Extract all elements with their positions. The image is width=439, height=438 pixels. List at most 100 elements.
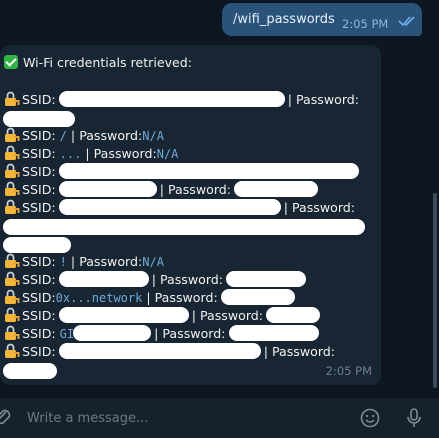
credential-row: SSID: ... | Password:N/A: [4, 145, 178, 163]
lock-key-icon: [5, 163, 20, 178]
redaction: [4, 364, 56, 378]
redaction: [235, 182, 318, 196]
ssid-label: SSID:: [22, 182, 56, 197]
lock-key-icon: [5, 91, 20, 106]
ssid-label: SSID:: [22, 92, 56, 107]
password-label: Password:: [271, 344, 336, 359]
scrollbar-track[interactable]: [431, 0, 439, 397]
double-check-icon: [398, 16, 415, 27]
redaction: [227, 272, 306, 286]
incoming-message[interactable]: Wi-Fi credentials retrieved: SSID: | Pas…: [0, 45, 381, 385]
password-label: Password:: [162, 326, 226, 341]
redaction: [4, 112, 74, 126]
credential-row: SSID: | Password:: [4, 343, 335, 361]
credential-row: SSID: ! | Password:N/A: [4, 253, 164, 271]
separator: |: [151, 272, 156, 287]
message-input[interactable]: Write a message...: [27, 411, 148, 426]
password-label: Password:: [79, 254, 143, 269]
redaction: [59, 272, 148, 286]
message-input-bar: Write a message...: [0, 397, 439, 438]
lock-key-icon: [5, 307, 20, 322]
outgoing-message-text: /wifi_passwords: [233, 12, 335, 27]
separator: |: [159, 182, 164, 197]
redaction: [59, 164, 358, 178]
ssid-label: SSID:: [22, 146, 56, 161]
credential-row: SSID: | Password:: [4, 199, 355, 217]
outgoing-message[interactable]: /wifi_passwords 2:05 PM: [222, 3, 422, 36]
header-text: Wi-Fi credentials retrieved:: [23, 55, 193, 70]
password-label: Password:: [154, 290, 218, 305]
password-label: Password:: [167, 182, 232, 197]
password-value: N/A: [156, 147, 179, 161]
incoming-message-time: 2:05 PM: [325, 364, 372, 378]
credential-row-wrap: [4, 363, 56, 381]
credential-row-wrap: [4, 219, 364, 237]
attach-icon[interactable]: [0, 407, 14, 429]
redaction: [74, 326, 151, 340]
password-label: Password:: [93, 146, 157, 161]
ssid-label: SSID:: [22, 308, 56, 323]
redaction: [59, 344, 260, 358]
separator: |: [70, 128, 76, 143]
separator: |: [70, 254, 76, 269]
ssid-label: SSID:: [22, 290, 56, 305]
ssid-value: ...: [59, 147, 82, 161]
ssid-label: SSID:: [22, 200, 56, 215]
password-value: N/A: [142, 255, 164, 269]
separator: |: [263, 344, 268, 359]
check-icon: [4, 55, 18, 69]
redaction: [59, 92, 284, 106]
separator: |: [85, 146, 90, 161]
ssid-label: SSID:: [22, 254, 56, 269]
chat-area: /wifi_passwords 2:05 PM Wi-Fi credential…: [0, 0, 439, 397]
redaction: [229, 326, 318, 340]
separator: |: [283, 200, 288, 215]
ssid-label: SSID:: [22, 128, 56, 143]
ssid-label: SSID:: [22, 272, 56, 287]
separator: |: [191, 308, 196, 323]
emoji-icon[interactable]: [359, 407, 381, 429]
password-value: N/A: [142, 129, 164, 143]
credential-row: SSID: GI | Password:: [4, 325, 318, 343]
password-label: Password:: [79, 128, 143, 143]
ssid-label: SSID:: [22, 344, 56, 359]
microphone-icon[interactable]: [403, 407, 425, 429]
redaction: [4, 220, 364, 234]
lock-key-icon: [5, 181, 20, 196]
lock-key-icon: [5, 325, 20, 340]
ssid-value: 0x...network: [55, 291, 143, 305]
credential-row: SSID: | Password:: [4, 307, 320, 325]
redaction: [59, 308, 188, 322]
password-label: Password:: [199, 308, 264, 323]
password-label: Password:: [291, 200, 356, 215]
lock-key-icon: [5, 145, 20, 160]
ssid-value: !: [59, 255, 67, 269]
credential-row: SSID: | Password:: [4, 271, 306, 289]
separator: |: [154, 326, 159, 341]
redaction: [59, 182, 156, 196]
message-header: Wi-Fi credentials retrieved:: [4, 54, 192, 72]
credential-row: SSID: | Password:: [4, 181, 318, 199]
ssid-label: SSID:: [22, 326, 56, 341]
separator: |: [287, 92, 292, 107]
ssid-value: /: [59, 129, 67, 143]
credential-row: SSID: | Password:: [4, 91, 359, 109]
password-label: Password:: [159, 272, 224, 287]
redaction: [221, 290, 294, 304]
password-label: Password:: [295, 92, 360, 107]
credential-row: SSID: / | Password:N/A: [4, 127, 164, 145]
lock-key-icon: [5, 253, 20, 268]
outgoing-message-time: 2:05 PM: [342, 17, 389, 31]
lock-key-icon: [5, 343, 20, 358]
redaction: [267, 308, 320, 322]
credential-row: SSID:: [4, 163, 358, 181]
redaction: [59, 200, 280, 214]
credential-row: SSID:0x...network | Password:: [4, 289, 294, 307]
lock-key-icon: [5, 127, 20, 142]
scrollbar-thumb[interactable]: [433, 193, 437, 388]
separator: |: [146, 290, 151, 305]
ssid-label: SSID:: [22, 164, 56, 179]
redaction: [4, 238, 70, 252]
ssid-value: GI: [59, 327, 75, 341]
lock-key-icon: [5, 199, 20, 214]
